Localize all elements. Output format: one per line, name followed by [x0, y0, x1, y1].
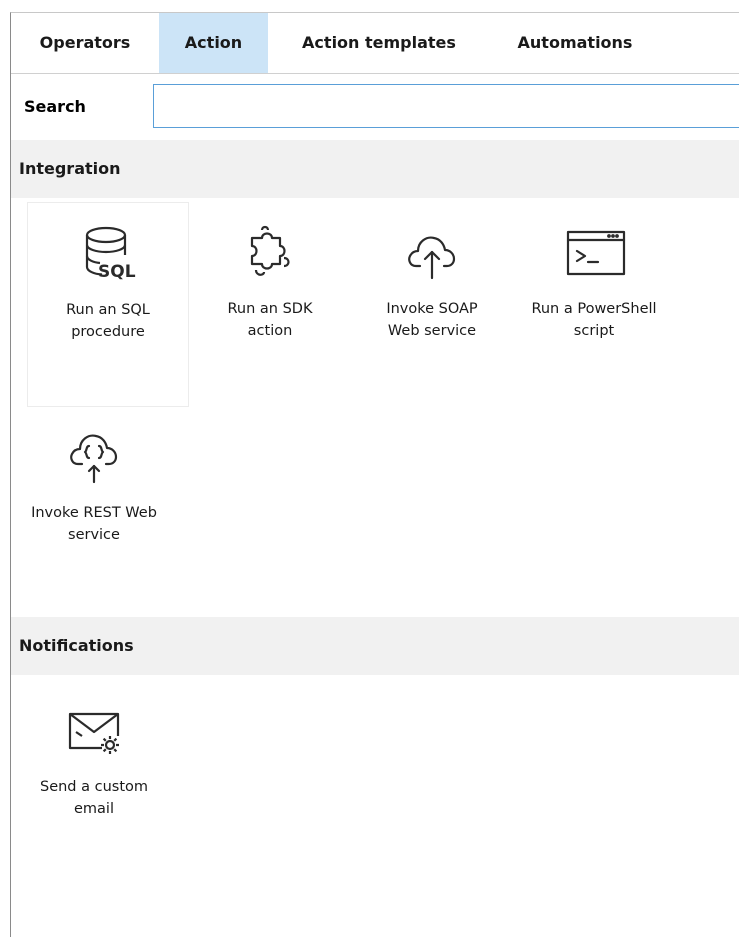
section-header-integration: Integration: [11, 140, 739, 198]
sql-database-icon: SQL: [76, 221, 140, 285]
tab-action[interactable]: Action: [159, 13, 268, 73]
section-header-notifications: Notifications: [11, 617, 739, 675]
search-row: Search: [11, 74, 739, 140]
tile-label: Send a custom email: [39, 779, 149, 817]
tab-automations[interactable]: Automations: [490, 13, 660, 73]
tile-label: Run an SQL procedure: [66, 302, 150, 340]
tile-label: Invoke SOAP Web service: [386, 301, 478, 339]
action-send-custom-email[interactable]: Send a custom email: [13, 680, 175, 885]
action-invoke-soap-web-service[interactable]: Invoke SOAP Web service: [351, 202, 513, 407]
action-panel: Operators Action Action templates Automa…: [10, 12, 739, 937]
tile-label: Run a PowerShell script: [531, 301, 657, 339]
terminal-window-icon: [562, 220, 626, 284]
cloud-braces-icon: [62, 424, 126, 488]
email-gear-icon: [62, 698, 126, 762]
sql-icon-text: SQL: [98, 262, 136, 282]
tab-bar: Operators Action Action templates Automa…: [11, 13, 739, 74]
action-run-sdk-action[interactable]: Run an SDK action: [189, 202, 351, 407]
cloud-upload-icon: [400, 220, 464, 284]
tab-action-templates[interactable]: Action templates: [268, 13, 490, 73]
tile-label: Invoke REST Web service: [31, 505, 157, 543]
action-run-sql-procedure[interactable]: SQL Run an SQL procedure: [27, 202, 189, 407]
action-run-powershell-script[interactable]: Run a PowerShell script: [513, 202, 675, 407]
search-label: Search: [24, 97, 86, 116]
search-input[interactable]: [153, 84, 739, 128]
tab-operators[interactable]: Operators: [11, 13, 159, 73]
tile-label: Run an SDK action: [227, 301, 313, 339]
action-invoke-rest-web-service[interactable]: Invoke REST Web service: [13, 406, 175, 611]
puzzle-icon: [238, 220, 302, 284]
